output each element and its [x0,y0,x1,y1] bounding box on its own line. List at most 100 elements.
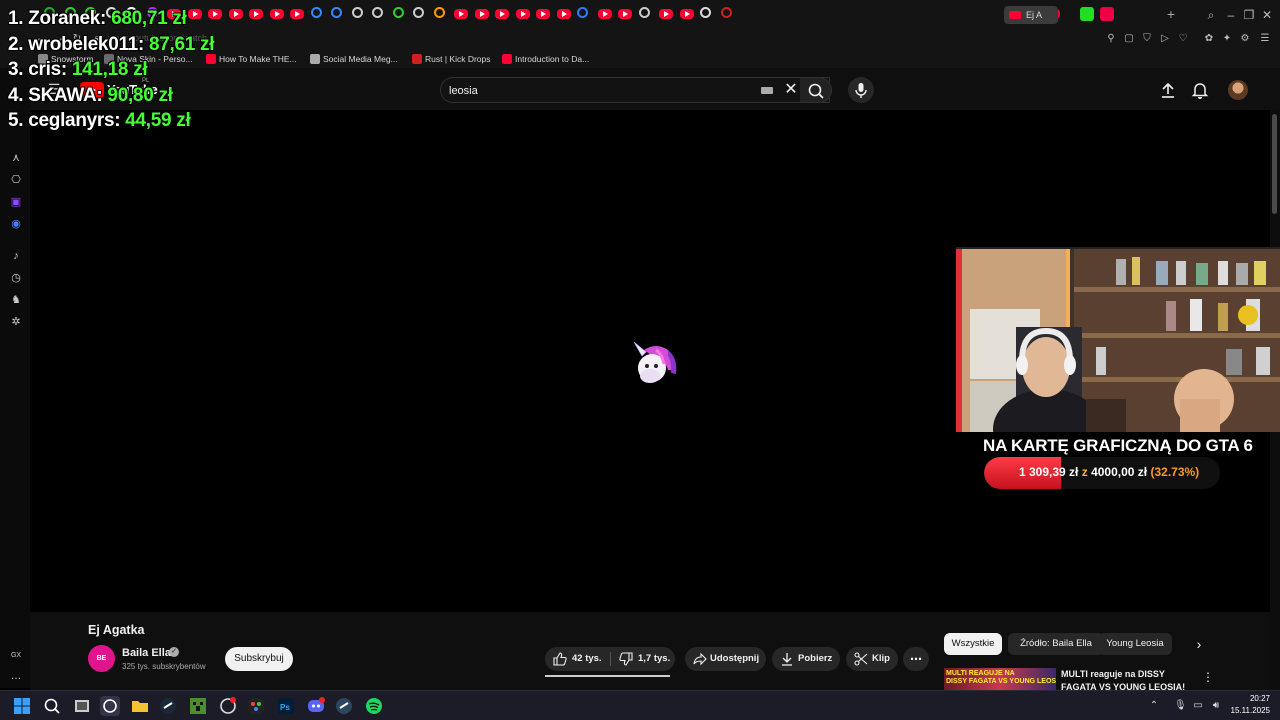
clock-date[interactable]: 15.11.2025 [1226,706,1270,715]
windows-start-icon[interactable] [12,696,32,716]
bookmark-item[interactable]: Introduction to Da... [502,53,589,65]
twitch-icon[interactable]: ▣ [8,194,24,210]
tab-favicon-icon[interactable] [372,7,383,18]
tab-favicon-icon[interactable] [700,7,711,18]
minimize-button[interactable]: – [1222,6,1240,24]
discord-icon[interactable] [306,696,326,716]
filter-chip[interactable]: Źródło: Baila Ella [1008,633,1104,655]
task-view-icon[interactable] [72,696,92,716]
settings-icon[interactable]: ⚙ [1238,32,1252,46]
channel-avatar[interactable]: BE [88,645,115,672]
shield-icon[interactable]: ⛉ [1140,32,1154,46]
pin-icon[interactable]: ⚲ [1104,32,1118,46]
sidebar-settings-icon[interactable]: ✲ [8,314,24,330]
music-icon[interactable]: ♪ [8,248,24,264]
more-actions-button[interactable]: ⋯ [903,647,929,671]
tab-favicon-icon[interactable] [1080,7,1094,21]
play-icon[interactable]: ▷ [1158,32,1172,46]
youtube-tab-icon[interactable] [597,9,612,19]
search-button[interactable] [800,77,832,103]
youtube-tab-icon[interactable] [208,9,222,19]
new-tab-button[interactable]: + [1164,5,1178,23]
tab-favicon-icon[interactable] [577,7,588,18]
active-tab[interactable]: Ej A [1004,6,1058,24]
youtube-tab-icon[interactable] [495,9,509,19]
youtube-tab-icon[interactable] [228,9,243,19]
youtube-tab-icon[interactable] [474,9,489,19]
voice-search-button[interactable] [848,77,874,103]
chatgpt-icon[interactable]: ⎔ [8,172,24,188]
maximize-button[interactable]: ❐ [1240,6,1258,24]
volume-icon[interactable]: 🔊︎ [1210,699,1222,713]
bookmark-item[interactable]: Social Media Meg... [310,53,398,65]
recommended-video-thumbnail[interactable]: MULTI REAGUJE NA DISSY FAGATA VS YOUNG L… [944,668,1056,690]
riot-client-icon[interactable] [218,696,238,716]
channel-name[interactable]: Baila Ella [122,647,171,659]
keyboard-icon[interactable] [761,87,773,94]
create-button[interactable] [1158,80,1178,100]
davinci-resolve-icon[interactable] [246,696,266,716]
tab-favicon-icon[interactable] [351,7,363,18]
search-input[interactable] [449,82,749,99]
gx-corner-label[interactable]: GX [8,648,24,664]
steam-icon[interactable] [158,696,178,716]
recommended-video-title[interactable]: MULTI reaguje na DISSY FAGATA VS YOUNG L… [1061,668,1191,690]
spotify-icon[interactable] [364,696,384,716]
opera-gx-icon[interactable] [100,696,120,716]
youtube-tab-icon[interactable] [269,9,284,19]
subscribe-button[interactable]: Subskrybuj [225,647,293,671]
clock-time[interactable]: 20:27 [1238,694,1270,703]
chevron-right-icon[interactable]: › [1189,634,1209,654]
puzzle-icon[interactable]: ✦ [1220,32,1234,46]
youtube-tab-icon[interactable] [187,9,202,19]
pinboard-icon[interactable]: ♞ [8,292,24,308]
clip-button[interactable]: Klip [846,647,898,671]
more-icon[interactable]: … [8,668,24,684]
bookmark-item[interactable]: Rust | Kick Drops [412,53,491,65]
heart-icon[interactable]: ♡ [1176,32,1190,46]
tab-favicon-icon[interactable] [1100,7,1114,21]
tab-favicon-icon[interactable] [638,7,650,18]
download-button[interactable]: Pobierz [772,647,840,671]
clear-search-button[interactable]: ✕ [782,81,800,99]
account-avatar[interactable] [1228,80,1248,100]
screenshot-icon[interactable]: ▢ [1122,32,1136,46]
tab-favicon-icon[interactable] [433,7,445,18]
history-icon[interactable]: ◷ [8,270,24,286]
filter-chip[interactable]: Wszystkie [944,633,1002,655]
youtube-tab-icon[interactable] [454,9,468,19]
tray-chevron-up-icon[interactable]: ⌃ [1148,699,1160,713]
tab-favicon-icon[interactable] [331,7,342,18]
scrollbar-thumb[interactable] [1272,114,1277,214]
tab-favicon-icon[interactable] [392,7,404,18]
messenger-icon[interactable]: ◉ [8,216,24,232]
dislike-count[interactable]: 1,7 tys. [638,647,670,671]
extension-icon[interactable]: ✿ [1202,32,1216,46]
network-icon[interactable]: ▭ [1192,699,1204,713]
close-window-button[interactable]: ✕ [1258,6,1276,24]
youtube-tab-icon[interactable] [249,9,263,19]
steam-secondary-icon[interactable] [334,696,354,716]
like-count[interactable]: 42 tys. [572,647,602,671]
bookmark-item[interactable]: How To Make THE... [206,53,297,65]
tab-favicon-icon[interactable] [720,7,732,18]
notifications-button[interactable] [1190,80,1210,100]
youtube-tab-icon[interactable] [515,9,530,19]
youtube-tab-icon[interactable] [290,9,304,19]
more-vertical-icon[interactable]: ⋮ [1202,670,1214,684]
filter-chip[interactable]: Young Leosia [1098,633,1172,655]
taskbar-search-icon[interactable] [42,696,62,716]
youtube-tab-icon[interactable] [659,9,673,19]
youtube-tab-icon[interactable] [618,9,632,19]
tab-favicon-icon[interactable] [413,7,424,18]
minecraft-icon[interactable] [188,696,208,716]
youtube-tab-icon[interactable] [536,9,550,19]
tab-favicon-icon[interactable] [310,7,322,18]
menu-icon[interactable]: ☰ [1258,32,1272,46]
youtube-tab-icon[interactable] [679,9,694,19]
aria-icon[interactable]: ⋏ [8,150,24,166]
search-tabs-icon[interactable]: ⌕ [1202,6,1220,24]
youtube-tab-icon[interactable] [556,9,571,19]
microphone-tray-icon[interactable]: 🎙︎ [1174,699,1187,713]
photoshop-icon[interactable]: Ps [276,696,296,716]
